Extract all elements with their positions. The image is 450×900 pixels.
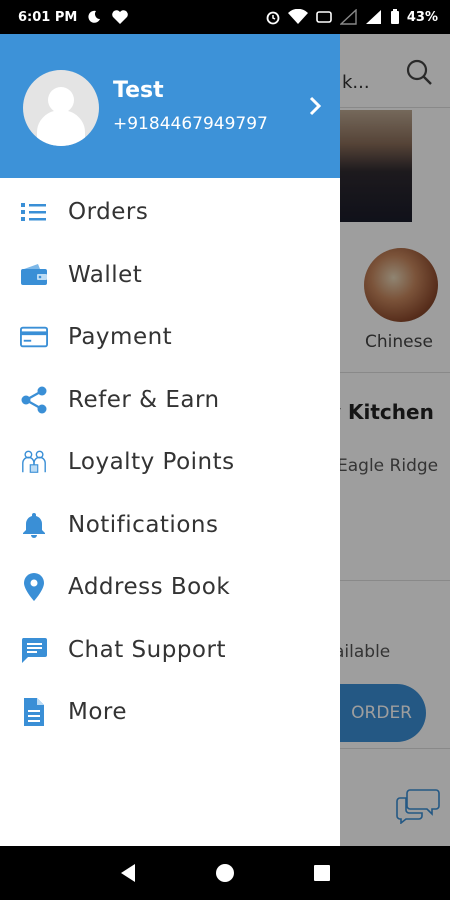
share-icon (20, 386, 48, 414)
menu-item-address-book[interactable]: Address Book (0, 556, 340, 619)
document-icon (20, 698, 48, 727)
menu-item-label: More (68, 699, 128, 726)
moon-icon (88, 10, 101, 23)
heart-icon (112, 10, 129, 24)
menu-item-label: Refer & Earn (68, 386, 220, 413)
home-icon[interactable] (214, 862, 236, 884)
system-nav-bar (0, 846, 450, 900)
notification-icon (316, 11, 332, 23)
wifi-icon (287, 9, 308, 24)
menu-item-wallet[interactable]: Wallet (0, 244, 340, 307)
user-phone: +9184467949797 (113, 114, 268, 134)
menu-item-chat-support[interactable]: Chat Support (0, 619, 340, 682)
menu-item-label: Wallet (68, 261, 143, 288)
menu-item-label: Address Book (68, 574, 231, 601)
battery-level: 43% (406, 9, 438, 25)
loyalty-icon (20, 448, 48, 476)
drawer-header[interactable]: Test +9184467949797 (0, 34, 340, 178)
menu-item-refer-earn[interactable]: Refer & Earn (0, 369, 340, 432)
menu-item-label: Notifications (68, 511, 219, 538)
menu-item-label: Payment (68, 324, 173, 351)
card-icon (20, 323, 48, 351)
signal-off-icon (339, 9, 357, 25)
recents-icon[interactable] (311, 862, 333, 884)
menu-item-more[interactable]: More (0, 681, 340, 744)
back-icon[interactable] (117, 862, 139, 884)
avatar[interactable] (23, 70, 99, 146)
menu-item-label: Orders (68, 199, 149, 226)
status-time: 6:01 PM (18, 9, 78, 25)
location-pin-icon (20, 573, 48, 602)
user-icon (37, 87, 85, 146)
wallet-icon (20, 261, 48, 289)
user-name: Test (113, 78, 164, 103)
menu-item-loyalty-points[interactable]: Loyalty Points (0, 431, 340, 494)
navigation-drawer: Test +9184467949797 Orders Wallet Paymen… (0, 34, 340, 846)
bell-icon (20, 511, 48, 539)
menu-item-label: Chat Support (68, 636, 226, 663)
alarm-icon (266, 11, 280, 25)
menu-item-orders[interactable]: Orders (0, 181, 340, 244)
chat-icon (20, 636, 48, 664)
battery-icon (390, 9, 399, 24)
menu-item-notifications[interactable]: Notifications (0, 494, 340, 557)
signal-icon (365, 10, 381, 24)
list-icon (20, 198, 48, 226)
chevron-right-icon[interactable] (305, 94, 325, 118)
menu-item-payment[interactable]: Payment (0, 306, 340, 369)
status-bar: 6:01 PM 43% (0, 0, 450, 34)
drawer-menu: Orders Wallet Payment Refer & Earn Loyal… (0, 181, 340, 744)
menu-item-label: Loyalty Points (68, 449, 235, 476)
